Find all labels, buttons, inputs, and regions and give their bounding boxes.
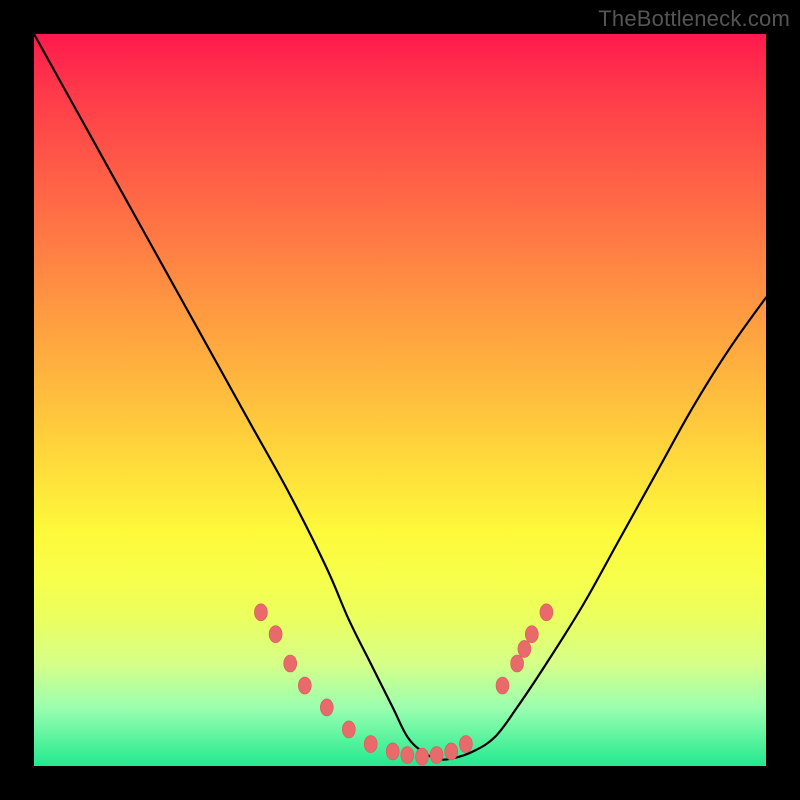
curve-marker	[386, 743, 399, 760]
curve-marker	[254, 604, 267, 621]
bottleneck-curve	[34, 34, 766, 760]
curve-layer	[34, 34, 766, 766]
curve-marker	[416, 748, 429, 765]
plot-area	[34, 34, 766, 766]
watermark-text: TheBottleneck.com	[598, 6, 790, 32]
chart-stage: TheBottleneck.com	[0, 0, 800, 800]
curve-marker	[342, 721, 355, 738]
curve-marker	[511, 655, 524, 672]
curve-marker	[459, 736, 472, 753]
curve-marker	[430, 747, 443, 764]
curve-marker	[525, 626, 538, 643]
curve-marker	[445, 743, 458, 760]
curve-marker	[284, 655, 297, 672]
curve-marker	[364, 736, 377, 753]
curve-marker	[269, 626, 282, 643]
curve-marker	[401, 747, 414, 764]
marker-group	[254, 604, 553, 765]
curve-marker	[540, 604, 553, 621]
curve-marker	[298, 677, 311, 694]
curve-marker	[320, 699, 333, 716]
curve-marker	[518, 640, 531, 657]
curve-marker	[496, 677, 509, 694]
